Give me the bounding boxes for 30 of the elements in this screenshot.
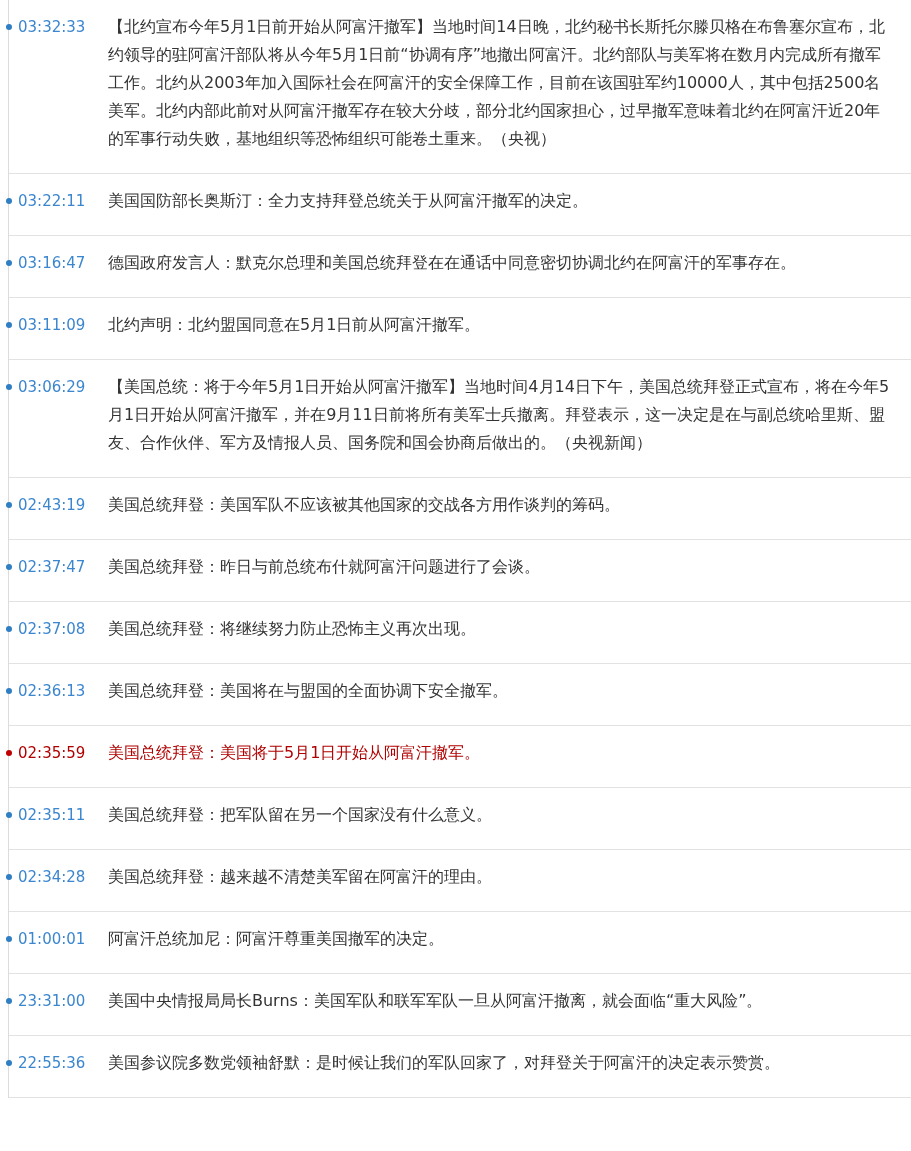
- news-text: 美国参议院多数党领袖舒默：是时候让我们的军队回家了，对拜登关于阿富汗的决定表示赞赏。: [108, 1052, 781, 1074]
- news-text: 美国总统拜登：美国军队不应该被其他国家的交战各方用作谈判的筹码。: [108, 494, 621, 516]
- news-text: 北约声明：北约盟国同意在5月1日前从阿富汗撤军。: [108, 314, 482, 336]
- news-text: 美国总统拜登：昨日与前总统布什就阿富汗问题进行了会谈。: [108, 556, 541, 578]
- news-text: 美国总统拜登：把军队留在另一个国家没有什么意义。: [108, 804, 493, 826]
- news-time: 02:34:28: [18, 867, 87, 888]
- news-time: 03:11:09: [18, 315, 87, 336]
- news-time: 01:00:01: [18, 929, 87, 950]
- news-time: 03:22:11: [18, 191, 87, 212]
- news-text: 【美国总统：将于今年5月1日开始从阿富汗撤军】当地时间4月14日下午，美国总统拜登正式宣布，将在今年5月1日开始从阿富汗撤军，并在9月11日前将所有美军士兵撤离。拜登表示，这一决定是在与副总统哈里斯、盟友、合作伙伴、军方及情报人员、国务院和国会协商后做出的。（央视新闻）: [108, 376, 891, 454]
- news-time: 22:55:36: [18, 1053, 87, 1074]
- news-text: 【北约宣布今年5月1日前开始从阿富汗撤军】当地时间14日晚，北约秘书长斯托尔滕贝格在布鲁塞尔宣布，北约领导的驻阿富汗部队将从今年5月1日前“协调有序”地撤出阿富汗。北约部队与美军将在数月内完成所有撤军工作。北约从2003年加入国际社会在阿富汗的安全保障工作，目前在该国驻军约10000人，其中包括2500名美军。北约内部此前对从阿富汗撤军存在较大分歧，部分北约国家担心，过早撤军意味着北约在阿富汗近20年的军事行动失败，基地组织等恐怖组织可能卷土重来。（央视）: [108, 16, 886, 150]
- news-time: 03:06:29: [18, 377, 87, 398]
- news-time: 02:37:47: [18, 557, 87, 578]
- news-time: 02:37:08: [18, 619, 87, 640]
- news-text: 美国总统拜登：越来越不清楚美军留在阿富汗的理由。: [108, 866, 493, 888]
- news-text: 美国总统拜登：将继续努力防止恐怖主义再次出现。: [108, 618, 477, 640]
- news-text: 美国国防部长奥斯汀：全力支持拜登总统关于从阿富汗撤军的决定。: [108, 190, 589, 212]
- news-time: 02:35:11: [18, 805, 87, 826]
- news-text: 美国总统拜登：美国将在与盟国的全面协调下安全撤军。: [108, 680, 509, 702]
- news-time: 02:35:59: [18, 743, 87, 764]
- news-text: 美国中央情报局局长Burns：美国军队和联军军队一旦从阿富汗撤离，就会面临“重大风险”。: [108, 990, 764, 1012]
- news-time: 03:32:33: [18, 17, 87, 38]
- news-text: 阿富汗总统加尼：阿富汗尊重美国撤军的决定。: [108, 928, 445, 950]
- news-text: 美国总统拜登：美国将于5月1日开始从阿富汗撤军。: [108, 742, 482, 764]
- news-time: 02:36:13: [18, 681, 87, 702]
- news-text: 德国政府发言人：默克尔总理和美国总统拜登在在通话中同意密切协调北约在阿富汗的军事存在。: [108, 252, 797, 274]
- news-time: 02:43:19: [18, 495, 87, 516]
- news-time: 23:31:00: [18, 991, 87, 1012]
- news-time: 03:16:47: [18, 253, 87, 274]
